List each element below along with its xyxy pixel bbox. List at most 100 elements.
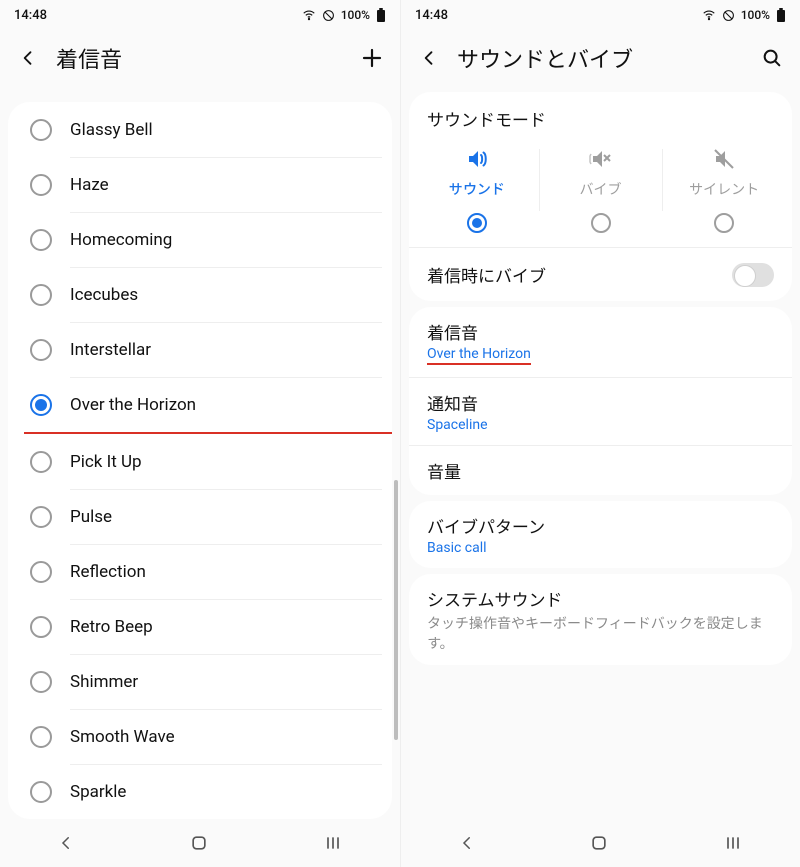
ringtone-radio[interactable] <box>30 119 52 141</box>
system-sound-card: システムサウンド タッチ操作音やキーボードフィードバックを設定します。 <box>409 574 792 665</box>
add-button[interactable] <box>358 44 386 72</box>
ringtone-label: Retro Beep <box>70 617 153 637</box>
ringtone-row[interactable]: Interstellar <box>8 322 392 377</box>
ringtone-row[interactable]: Shimmer <box>8 654 392 709</box>
ringtone-label: Icecubes <box>70 285 138 305</box>
ringtone-row[interactable]: Over the Horizon <box>8 377 392 432</box>
speaker-icon <box>415 143 539 175</box>
search-button[interactable] <box>758 44 786 72</box>
vibrate-on-ring-label: 着信時にバイブ <box>427 262 546 287</box>
ringtone-row[interactable]: Glassy Bell <box>8 102 392 157</box>
sound-settings-card: 着信音 Over the Horizon 通知音 Spaceline 音量 <box>409 307 792 495</box>
sound-mode-option[interactable]: バイブ <box>539 143 663 237</box>
vibe-pattern-row[interactable]: バイブパターン Basic call <box>409 501 792 568</box>
ringtone-label: Sparkle <box>70 782 126 802</box>
ringtone-radio[interactable] <box>30 339 52 361</box>
ringtone-row[interactable]: Sparkle <box>8 764 392 819</box>
ringtone-label: Reflection <box>70 562 146 582</box>
sound-mode-radio[interactable] <box>714 213 734 233</box>
ringtone-row[interactable]: Smooth Wave <box>8 709 392 764</box>
sound-setting-title: 通知音 <box>427 390 774 415</box>
ringtone-radio[interactable] <box>30 506 52 528</box>
ringtone-row[interactable]: Homecoming <box>8 212 392 267</box>
ringtone-radio[interactable] <box>30 284 52 306</box>
ringtone-label: Pulse <box>70 507 112 527</box>
ringtone-radio[interactable] <box>30 616 52 638</box>
screen-ringtone: 14:48 100% 着信音 Glassy Bell Haze Homecoming… <box>0 0 400 867</box>
sound-mode-option[interactable]: サイレント <box>662 143 786 237</box>
ringtone-row[interactable]: Icecubes <box>8 267 392 322</box>
sound-mode-label: サイレント <box>662 179 786 199</box>
mute-icon <box>662 143 786 175</box>
nav-home-button[interactable] <box>589 833 609 853</box>
ringtone-label: Over the Horizon <box>70 395 196 415</box>
ringtone-radio[interactable] <box>30 451 52 473</box>
nav-bar <box>401 819 800 867</box>
back-button[interactable] <box>14 44 42 72</box>
sound-mode-heading: サウンドモード <box>409 92 792 141</box>
system-sound-desc: タッチ操作音やキーボードフィードバックを設定します。 <box>427 613 774 653</box>
battery-full-icon <box>776 8 786 23</box>
no-sign-icon <box>722 9 735 22</box>
title-bar: サウンドとバイブ <box>401 30 800 86</box>
sound-setting-row[interactable]: 着信音 Over the Horizon <box>409 307 792 377</box>
scrollbar[interactable] <box>394 480 398 740</box>
nav-back-button[interactable] <box>458 834 476 852</box>
sound-mode-card: サウンドモード サウンドバイブサイレント 着信時にバイブ <box>409 92 792 301</box>
ringtone-radio[interactable] <box>30 726 52 748</box>
vibrate-mute-icon <box>539 143 663 175</box>
battery-text: 100% <box>341 8 370 22</box>
ringtone-row[interactable]: Pick It Up <box>8 434 392 489</box>
sound-setting-sub: Spaceline <box>427 417 774 433</box>
sound-setting-row[interactable]: 音量 <box>409 445 792 495</box>
clock: 14:48 <box>14 8 47 23</box>
ringtone-row[interactable]: Pulse <box>8 489 392 544</box>
ringtone-radio[interactable] <box>30 229 52 251</box>
status-bar: 14:48 100% <box>401 0 800 30</box>
nav-recents-button[interactable] <box>323 833 343 853</box>
battery-full-icon <box>376 8 386 23</box>
vibrate-on-ring-row[interactable]: 着信時にバイブ <box>409 247 792 301</box>
status-bar: 14:48 100% <box>0 0 400 30</box>
title-bar: 着信音 <box>0 30 400 86</box>
ringtone-radio[interactable] <box>30 561 52 583</box>
ringtone-radio[interactable] <box>30 394 52 416</box>
ringtone-radio[interactable] <box>30 174 52 196</box>
sound-mode-label: バイブ <box>539 179 663 199</box>
system-sound-row[interactable]: システムサウンド タッチ操作音やキーボードフィードバックを設定します。 <box>409 574 792 665</box>
nav-bar <box>0 819 400 867</box>
sound-mode-option[interactable]: サウンド <box>415 143 539 237</box>
wifi-icon <box>302 8 316 22</box>
no-sign-icon <box>322 9 335 22</box>
sound-mode-radio[interactable] <box>467 213 487 233</box>
screen-sound-and-vibration: 14:48 100% サウンドとバイブ サウンドモード サウンドバイブサイレント <box>400 0 800 867</box>
ringtone-label: Pick It Up <box>70 452 142 472</box>
wifi-icon <box>702 8 716 22</box>
sound-setting-title: 着信音 <box>427 319 774 344</box>
sound-mode-label: サウンド <box>415 179 539 199</box>
nav-home-button[interactable] <box>189 833 209 853</box>
ringtone-label: Shimmer <box>70 672 138 692</box>
ringtone-row[interactable]: Haze <box>8 157 392 212</box>
sound-setting-row[interactable]: 通知音 Spaceline <box>409 377 792 445</box>
page-title: 着信音 <box>56 42 122 74</box>
nav-recents-button[interactable] <box>723 833 743 853</box>
battery-text: 100% <box>741 8 770 22</box>
ringtone-label: Homecoming <box>70 230 172 250</box>
nav-back-button[interactable] <box>57 834 75 852</box>
sound-setting-sub: Over the Horizon <box>427 346 774 365</box>
sound-mode-radio[interactable] <box>591 213 611 233</box>
ringtone-radio[interactable] <box>30 781 52 803</box>
vibe-pattern-title: バイブパターン <box>427 513 774 538</box>
vibrate-on-ring-toggle[interactable] <box>732 263 774 287</box>
sound-setting-title: 音量 <box>427 458 774 483</box>
ringtone-radio[interactable] <box>30 671 52 693</box>
ringtone-row[interactable]: Retro Beep <box>8 599 392 654</box>
ringtone-label: Interstellar <box>70 340 151 360</box>
clock: 14:48 <box>415 8 448 23</box>
back-button[interactable] <box>415 44 443 72</box>
ringtone-label: Haze <box>70 175 109 195</box>
ringtone-row[interactable]: Reflection <box>8 544 392 599</box>
page-title: サウンドとバイブ <box>457 42 633 74</box>
ringtone-label: Glassy Bell <box>70 120 153 140</box>
